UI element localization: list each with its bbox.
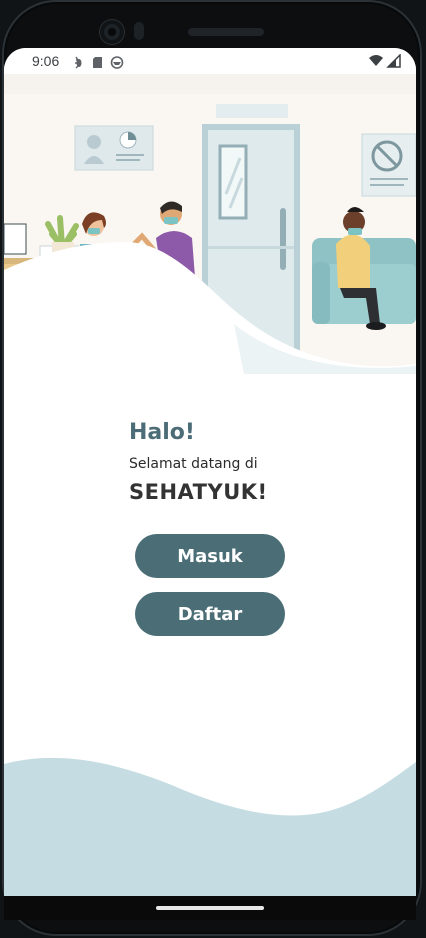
clinic-illustration <box>4 74 416 374</box>
status-time: 9:06 <box>32 53 60 69</box>
status-bar: 9:06 <box>4 48 416 74</box>
navigation-bar <box>4 896 416 920</box>
welcome-section: Halo! Selamat datang di SEHATYUK! <box>129 420 389 504</box>
status-left-icons <box>75 56 124 69</box>
privacy-icon <box>110 56 124 69</box>
proximity-sensor <box>134 22 144 40</box>
bug-icon <box>75 56 82 69</box>
status-right-icons <box>369 54 401 68</box>
sd-card-icon <box>93 57 102 68</box>
login-button[interactable]: Masuk <box>135 534 285 578</box>
app-screen: 9:06 Halo! Selamat datang di SEHATYUK! M… <box>4 48 416 896</box>
front-camera <box>100 20 124 44</box>
bottom-wave <box>4 757 416 896</box>
no-smoking-poster <box>361 133 416 197</box>
earpiece-speaker <box>188 28 264 36</box>
home-indicator[interactable] <box>156 906 264 910</box>
welcome-subtitle: Selamat datang di <box>129 456 258 472</box>
app-name: SEHATYUK! <box>129 480 268 504</box>
wifi-icon <box>369 55 383 66</box>
register-button[interactable]: Daftar <box>135 592 285 636</box>
poster-left <box>74 125 154 171</box>
greeting-title: Halo! <box>129 420 195 445</box>
